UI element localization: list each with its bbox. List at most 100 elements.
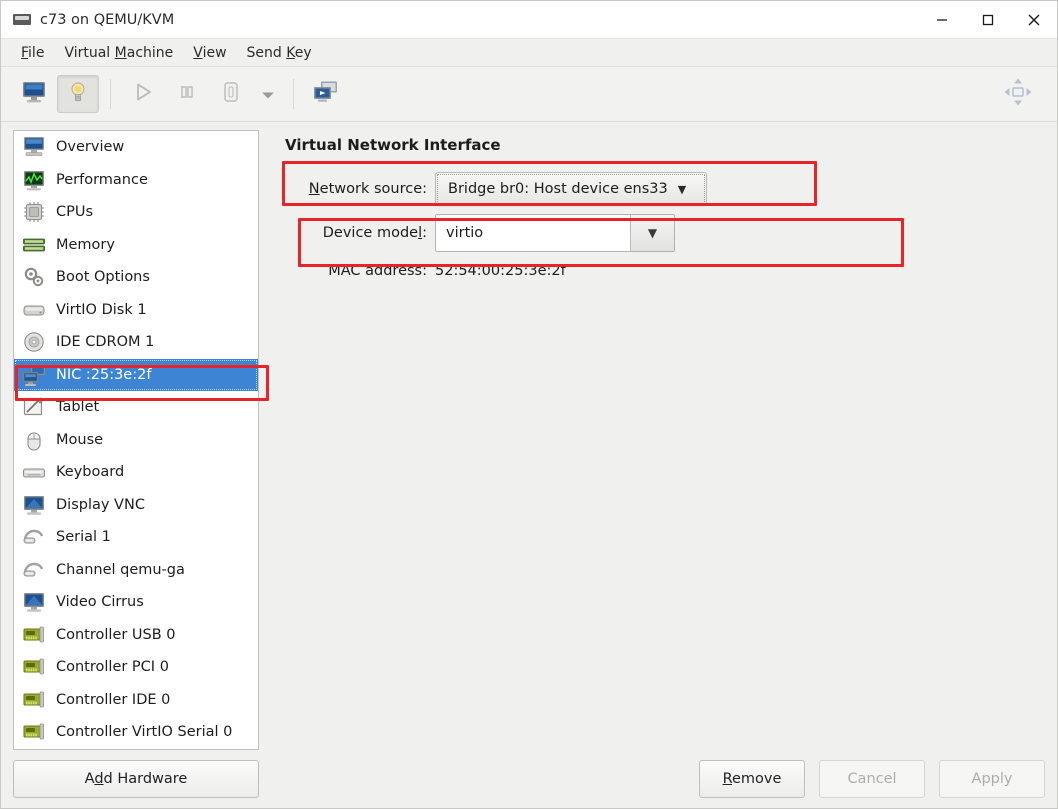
controller-icon: [22, 655, 46, 679]
sidebar-item-channel-qemu-ga[interactable]: Channel qemu-ga: [14, 554, 258, 587]
device-model-input[interactable]: virtio: [436, 215, 630, 251]
sidebar-item-nic-25-3e-2f[interactable]: NIC :25:3e:2f: [14, 358, 258, 391]
chevron-down-icon: ▼: [647, 226, 658, 240]
menu-virtual-machine[interactable]: Virtual Machine: [56, 42, 181, 64]
device-model-combobox[interactable]: virtio ▼: [435, 214, 675, 252]
shutdown-button[interactable]: [210, 75, 252, 113]
content-area: Overview Performance CPUs Memory Boot Option…: [1, 122, 1057, 808]
menu-send-key[interactable]: Send Key: [239, 42, 320, 64]
sidebar-item-controller-ide-0[interactable]: Controller IDE 0: [14, 684, 258, 717]
add-hardware-button[interactable]: Add Hardware: [13, 760, 259, 798]
device-model-dropdown-button[interactable]: ▼: [630, 215, 674, 251]
run-button[interactable]: [122, 75, 164, 113]
sidebar-item-tablet[interactable]: Tablet: [14, 391, 258, 424]
shutdown-icon: [219, 80, 243, 108]
pause-icon: [177, 82, 197, 106]
sidebar-item-controller-pci-0[interactable]: Controller PCI 0: [14, 651, 258, 684]
harddisk-icon: [22, 298, 46, 322]
sidebar-item-label: Memory: [56, 236, 115, 253]
vm-icon: [13, 13, 31, 26]
mouse-icon: [22, 428, 46, 452]
sidebar-item-label: IDE CDROM 1: [56, 334, 155, 351]
detail-body: Virtual Network Interface Network source…: [277, 130, 1045, 750]
sidebar-item-label: VirtIO Disk 1: [56, 301, 147, 318]
sidebar-item-serial-1[interactable]: Serial 1: [14, 521, 258, 554]
menu-file[interactable]: File: [13, 42, 52, 64]
sidebar-item-performance[interactable]: Performance: [14, 164, 258, 197]
sidebar-item-cpus[interactable]: CPUs: [14, 196, 258, 229]
cdrom-icon: [22, 330, 46, 354]
gears-icon: [22, 265, 46, 289]
show-details-button[interactable]: [57, 75, 99, 113]
sidebar-item-label: Channel qemu-ga: [56, 561, 185, 578]
sidebar-item-controller-usb-0[interactable]: Controller USB 0: [14, 619, 258, 652]
sidebar-item-label: CPUs: [56, 204, 94, 221]
fullscreen-button[interactable]: [997, 75, 1039, 113]
sidebar-item-label: Video Cirrus: [56, 594, 144, 611]
page-title: Virtual Network Interface: [285, 136, 501, 154]
cancel-button[interactable]: Cancel: [819, 760, 925, 798]
display-icon: [22, 493, 46, 517]
toolbar-separator-1: [110, 79, 111, 109]
remove-button[interactable]: Remove: [699, 760, 805, 798]
title-bar: c73 on QEMU/KVM: [1, 1, 1057, 39]
minimize-button[interactable]: [919, 1, 965, 39]
sidebar-item-label: Overview: [56, 139, 125, 156]
sidebar-item-controller-virtio-serial-0[interactable]: Controller VirtIO Serial 0: [14, 716, 258, 749]
sidebar-item-memory[interactable]: Memory: [14, 229, 258, 262]
sidebar-item-label: Boot Options: [56, 269, 150, 286]
sidebar-item-keyboard[interactable]: Keyboard: [14, 456, 258, 489]
menu-view[interactable]: View: [185, 42, 234, 64]
network-source-label: Network source:: [308, 181, 427, 197]
sidebar-item-mouse[interactable]: Mouse: [14, 424, 258, 457]
sidebar-item-label: Display VNC: [56, 496, 145, 513]
snapshots-button[interactable]: [305, 75, 347, 113]
chevron-down-icon: [260, 85, 276, 104]
detail-panel: Virtual Network Interface Network source…: [269, 122, 1057, 808]
hardware-list[interactable]: Overview Performance CPUs Memory Boot Option…: [13, 130, 259, 750]
shutdown-menu-button[interactable]: [254, 75, 282, 113]
sidebar-item-label: Mouse: [56, 431, 104, 448]
sidebar-item-label: Controller USB 0: [56, 626, 176, 643]
sidebar-item-label: NIC :25:3e:2f: [56, 366, 152, 383]
network-source-dropdown[interactable]: Bridge br0: Host device ens33 ▼: [435, 172, 707, 206]
snapshots-icon: [312, 80, 340, 108]
footer-buttons: Remove Cancel Apply: [277, 750, 1045, 798]
device-model-label: Device model:: [322, 225, 427, 241]
sidebar-item-video-cirrus[interactable]: Video Cirrus: [14, 586, 258, 619]
pause-button[interactable]: [166, 75, 208, 113]
maximize-button[interactable]: [965, 1, 1011, 39]
mac-address-value: 52:54:00:25:3e:2f: [435, 263, 566, 279]
memory-icon: [22, 233, 46, 257]
mac-address-label: MAC address:: [328, 263, 427, 279]
play-icon: [132, 81, 154, 107]
cpu-icon: [22, 200, 46, 224]
controller-icon: [22, 720, 46, 744]
sidebar-item-virtio-disk-1[interactable]: VirtIO Disk 1: [14, 294, 258, 327]
lightbulb-icon: [66, 80, 90, 108]
sidebar-item-overview[interactable]: Overview: [14, 131, 258, 164]
keyboard-icon: [22, 460, 46, 484]
menu-bar: File Virtual Machine View Send Key: [1, 39, 1057, 67]
sidebar-item-label: Controller IDE 0: [56, 691, 171, 708]
computer-icon: [22, 135, 46, 159]
apply-button[interactable]: Apply: [939, 760, 1045, 798]
sidebar-item-display-vnc[interactable]: Display VNC: [14, 489, 258, 522]
sidebar-item-ide-cdrom-1[interactable]: IDE CDROM 1: [14, 326, 258, 359]
window-controls: [919, 1, 1057, 39]
title-bar-left: c73 on QEMU/KVM: [1, 12, 174, 28]
monitor-icon: [21, 80, 47, 108]
show-console-button[interactable]: [13, 75, 55, 113]
mac-address-row: MAC address: 52:54:00:25:3e:2f: [285, 256, 1045, 286]
network-source-value: Bridge br0: Host device ens33: [448, 181, 668, 197]
graph-icon: [22, 168, 46, 192]
toolbar: [1, 67, 1057, 122]
close-button[interactable]: [1011, 1, 1057, 39]
chevron-down-icon: ▼: [677, 182, 687, 196]
tablet-icon: [22, 395, 46, 419]
sidebar-item-boot-options[interactable]: Boot Options: [14, 261, 258, 294]
sidebar-item-label: Keyboard: [56, 464, 125, 481]
add-hardware-wrap: Add Hardware: [13, 750, 259, 798]
sidebar-item-label: Tablet: [56, 399, 100, 416]
window-title: c73 on QEMU/KVM: [40, 11, 175, 28]
